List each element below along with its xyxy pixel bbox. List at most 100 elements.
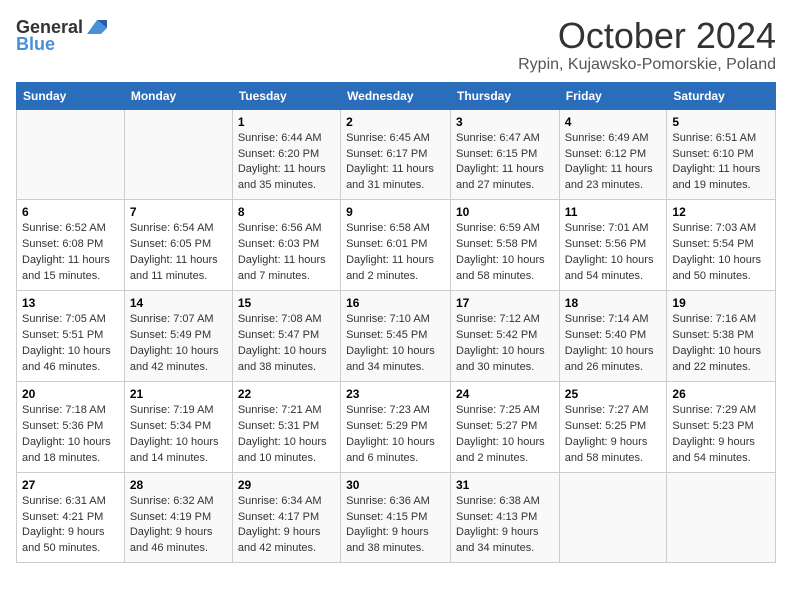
day-number: 23 (346, 387, 445, 401)
calendar-day-cell: 19Sunrise: 7:16 AMSunset: 5:38 PMDayligh… (667, 291, 776, 382)
calendar-day-cell: 27Sunrise: 6:31 AMSunset: 4:21 PMDayligh… (17, 472, 125, 563)
weekday-header: Wednesday (341, 82, 451, 109)
calendar-day-cell: 22 Sunrise: 7:21 AMSunset: 5:31 PMDayligh… (232, 381, 340, 472)
title-area: October 2024 Rypin, Kujawsko-Pomorskie, … (518, 16, 776, 74)
day-number: 10 (456, 205, 554, 219)
day-info: Sunrise: 6:49 AMSunset: 6:12 PMDaylight:… (565, 132, 653, 192)
calendar-week-row: 27Sunrise: 6:31 AMSunset: 4:21 PMDayligh… (17, 472, 776, 563)
day-number: 30 (346, 478, 445, 492)
day-info: Sunrise: 7:07 AMSunset: 5:49 PMDaylight:… (130, 313, 219, 373)
calendar-day-cell: 29 Sunrise: 6:34 AMSunset: 4:17 PMDayligh… (232, 472, 340, 563)
day-info: Sunrise: 7:21 AMSunset: 5:31 PMDaylight:… (238, 404, 327, 464)
day-number: 29 (238, 478, 335, 492)
day-number: 27 (22, 478, 119, 492)
day-number: 18 (565, 296, 662, 310)
day-number: 25 (565, 387, 662, 401)
calendar-day-cell: 18Sunrise: 7:14 AMSunset: 5:40 PMDayligh… (559, 291, 667, 382)
day-number: 20 (22, 387, 119, 401)
day-number: 3 (456, 115, 554, 129)
weekday-header: Tuesday (232, 82, 340, 109)
day-number: 7 (130, 205, 227, 219)
day-info: Sunrise: 7:25 AMSunset: 5:27 PMDaylight:… (456, 404, 545, 464)
calendar-day-cell: 15 Sunrise: 7:08 AMSunset: 5:47 PMDayligh… (232, 291, 340, 382)
calendar-day-cell: 28 Sunrise: 6:32 AMSunset: 4:19 PMDayligh… (124, 472, 232, 563)
day-info: Sunrise: 6:54 AMSunset: 6:05 PMDaylight:… (130, 222, 218, 282)
day-info: Sunrise: 6:44 AMSunset: 6:20 PMDaylight:… (238, 132, 326, 192)
calendar-day-cell: 14 Sunrise: 7:07 AMSunset: 5:49 PMDayligh… (124, 291, 232, 382)
location-title: Rypin, Kujawsko-Pomorskie, Poland (518, 56, 776, 74)
weekday-header: Saturday (667, 82, 776, 109)
calendar-day-cell: 30 Sunrise: 6:36 AMSunset: 4:15 PMDayligh… (341, 472, 451, 563)
day-info: Sunrise: 7:10 AMSunset: 5:45 PMDaylight:… (346, 313, 435, 373)
calendar-day-cell: 2 Sunrise: 6:45 AMSunset: 6:17 PMDaylight… (341, 109, 451, 200)
calendar-day-cell: 20 Sunrise: 7:18 AMSunset: 5:36 PMDayligh… (17, 381, 125, 472)
calendar-day-cell: 16 Sunrise: 7:10 AMSunset: 5:45 PMDayligh… (341, 291, 451, 382)
weekday-header: Monday (124, 82, 232, 109)
day-number: 26 (672, 387, 770, 401)
day-info: Sunrise: 6:51 AMSunset: 6:10 PMDaylight:… (672, 132, 760, 192)
day-number: 14 (130, 296, 227, 310)
calendar-day-cell: 21Sunrise: 7:19 AMSunset: 5:34 PMDayligh… (124, 381, 232, 472)
day-info: Sunrise: 6:45 AMSunset: 6:17 PMDaylight:… (346, 132, 434, 192)
day-info: Sunrise: 7:23 AMSunset: 5:29 PMDaylight:… (346, 404, 435, 464)
logo: General Blue (16, 16, 107, 55)
calendar-header-row: SundayMondayTuesdayWednesdayThursdayFrid… (17, 82, 776, 109)
calendar-day-cell: 23 Sunrise: 7:23 AMSunset: 5:29 PMDayligh… (341, 381, 451, 472)
day-number: 19 (672, 296, 770, 310)
day-info: Sunrise: 7:05 AMSunset: 5:51 PMDaylight:… (22, 313, 111, 373)
weekday-header: Sunday (17, 82, 125, 109)
day-number: 15 (238, 296, 335, 310)
calendar-day-cell: 17Sunrise: 7:12 AMSunset: 5:42 PMDayligh… (451, 291, 560, 382)
month-title: October 2024 (518, 16, 776, 56)
day-info: Sunrise: 6:58 AMSunset: 6:01 PMDaylight:… (346, 222, 434, 282)
day-number: 4 (565, 115, 662, 129)
calendar-day-cell (124, 109, 232, 200)
day-number: 11 (565, 205, 662, 219)
day-info: Sunrise: 6:34 AMSunset: 4:17 PMDaylight:… (238, 495, 322, 555)
calendar-day-cell: 12Sunrise: 7:03 AMSunset: 5:54 PMDayligh… (667, 200, 776, 291)
day-number: 16 (346, 296, 445, 310)
day-info: Sunrise: 7:19 AMSunset: 5:34 PMDaylight:… (130, 404, 219, 464)
logo-icon (85, 16, 107, 38)
calendar-week-row: 1Sunrise: 6:44 AMSunset: 6:20 PMDaylight… (17, 109, 776, 200)
day-number: 2 (346, 115, 445, 129)
day-number: 5 (672, 115, 770, 129)
calendar-week-row: 6Sunrise: 6:52 AMSunset: 6:08 PMDaylight… (17, 200, 776, 291)
calendar-week-row: 20 Sunrise: 7:18 AMSunset: 5:36 PMDayligh… (17, 381, 776, 472)
day-number: 22 (238, 387, 335, 401)
day-info: Sunrise: 6:36 AMSunset: 4:15 PMDaylight:… (346, 495, 430, 555)
day-number: 28 (130, 478, 227, 492)
calendar-day-cell: 1Sunrise: 6:44 AMSunset: 6:20 PMDaylight… (232, 109, 340, 200)
day-info: Sunrise: 7:12 AMSunset: 5:42 PMDaylight:… (456, 313, 545, 373)
calendar-day-cell: 7 Sunrise: 6:54 AMSunset: 6:05 PMDaylight… (124, 200, 232, 291)
header: General Blue October 2024 Rypin, Kujawsk… (16, 16, 776, 74)
day-info: Sunrise: 6:52 AMSunset: 6:08 PMDaylight:… (22, 222, 110, 282)
calendar-day-cell: 26 Sunrise: 7:29 AMSunset: 5:23 PMDayligh… (667, 381, 776, 472)
calendar-day-cell: 24 Sunrise: 7:25 AMSunset: 5:27 PMDayligh… (451, 381, 560, 472)
calendar-day-cell: 13 Sunrise: 7:05 AMSunset: 5:51 PMDayligh… (17, 291, 125, 382)
day-info: Sunrise: 6:38 AMSunset: 4:13 PMDaylight:… (456, 495, 540, 555)
calendar-day-cell: 8 Sunrise: 6:56 AMSunset: 6:03 PMDaylight… (232, 200, 340, 291)
calendar-day-cell: 31 Sunrise: 6:38 AMSunset: 4:13 PMDayligh… (451, 472, 560, 563)
day-info: Sunrise: 6:47 AMSunset: 6:15 PMDaylight:… (456, 132, 544, 192)
calendar-week-row: 13 Sunrise: 7:05 AMSunset: 5:51 PMDayligh… (17, 291, 776, 382)
calendar-day-cell: 3 Sunrise: 6:47 AMSunset: 6:15 PMDaylight… (451, 109, 560, 200)
day-number: 31 (456, 478, 554, 492)
calendar-day-cell (17, 109, 125, 200)
day-info: Sunrise: 6:32 AMSunset: 4:19 PMDaylight:… (130, 495, 214, 555)
day-number: 13 (22, 296, 119, 310)
weekday-header: Friday (559, 82, 667, 109)
logo-blue-text: Blue (16, 34, 55, 55)
day-info: Sunrise: 6:56 AMSunset: 6:03 PMDaylight:… (238, 222, 326, 282)
calendar-day-cell: 5 Sunrise: 6:51 AMSunset: 6:10 PMDaylight… (667, 109, 776, 200)
day-info: Sunrise: 7:03 AMSunset: 5:54 PMDaylight:… (672, 222, 761, 282)
day-info: Sunrise: 7:08 AMSunset: 5:47 PMDaylight:… (238, 313, 327, 373)
day-number: 24 (456, 387, 554, 401)
day-info: Sunrise: 7:18 AMSunset: 5:36 PMDaylight:… (22, 404, 111, 464)
day-info: Sunrise: 7:29 AMSunset: 5:23 PMDaylight:… (672, 404, 756, 464)
day-info: Sunrise: 7:01 AMSunset: 5:56 PMDaylight:… (565, 222, 654, 282)
calendar-day-cell: 6Sunrise: 6:52 AMSunset: 6:08 PMDaylight… (17, 200, 125, 291)
day-number: 8 (238, 205, 335, 219)
calendar-day-cell: 10Sunrise: 6:59 AMSunset: 5:58 PMDayligh… (451, 200, 560, 291)
day-number: 9 (346, 205, 445, 219)
